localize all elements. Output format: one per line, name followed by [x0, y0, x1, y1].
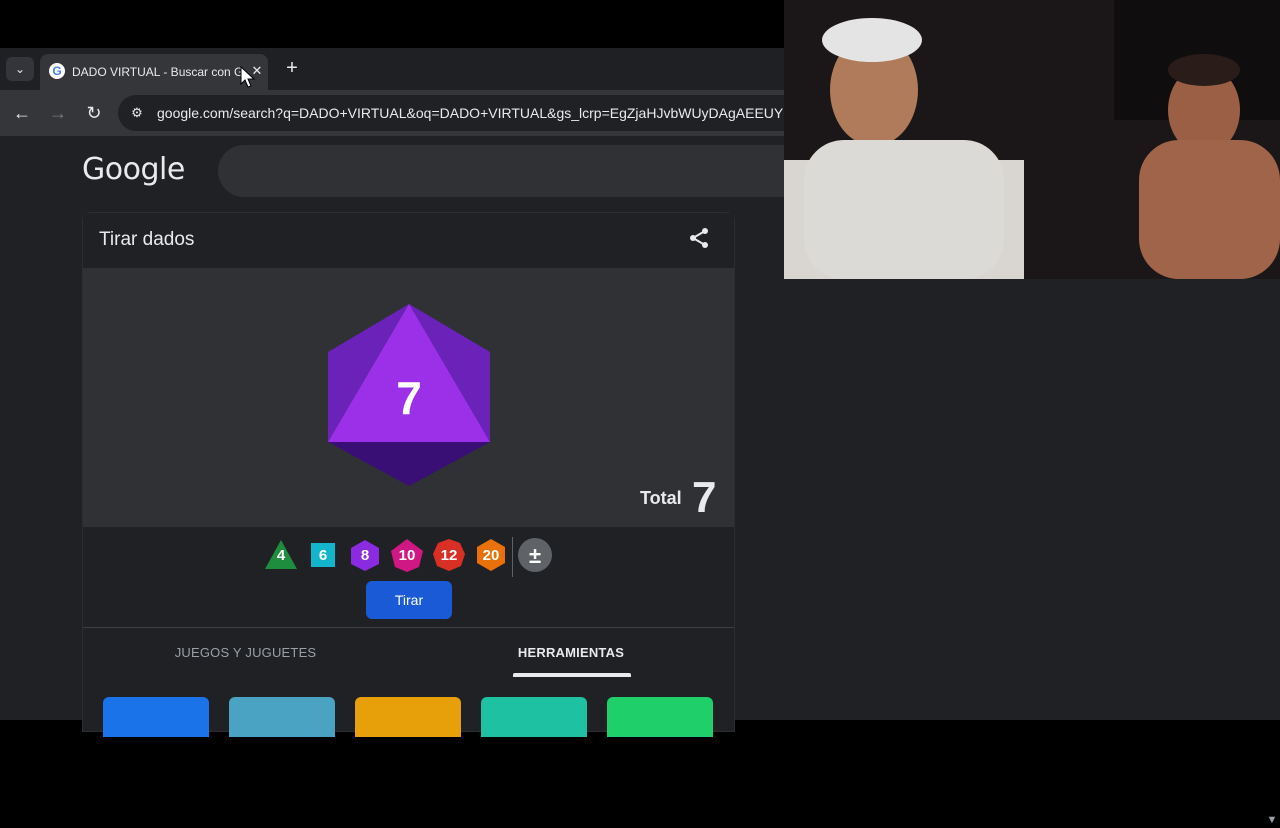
active-tab-indicator — [513, 673, 631, 677]
url-text[interactable]: google.com/search?q=DADO+VIRTUAL&oq=DADO… — [157, 104, 797, 122]
related-tabs: JUEGOS Y JUGUETES HERRAMIENTAS — [83, 627, 734, 677]
google-logo[interactable]: Google — [82, 152, 185, 187]
tool-thumbnail[interactable] — [481, 697, 587, 737]
address-bar[interactable]: ⚙ google.com/search?q=DADO+VIRTUAL&oq=DA… — [118, 95, 798, 131]
roll-button[interactable]: Tirar — [366, 581, 452, 619]
tool-thumbnails — [103, 697, 723, 737]
tool-thumbnail[interactable] — [355, 697, 461, 737]
tab-strip: ⌄ G DADO VIRTUAL - Buscar con Google ✕ + — [0, 48, 784, 90]
webcam-people-image — [784, 0, 1280, 279]
tab-title: DADO VIRTUAL - Buscar con Google — [72, 65, 242, 79]
mouse-cursor-icon — [240, 66, 256, 88]
d12-button[interactable]: 12 — [431, 537, 467, 573]
die-type-selector: 4 6 8 10 12 20 ± — [263, 537, 563, 577]
d20-button[interactable]: 20 — [473, 537, 509, 573]
chevron-down-icon: ⌄ — [14, 62, 26, 76]
browser-toolbar: ← → ↻ ⚙ google.com/search?q=DADO+VIRTUAL… — [0, 90, 798, 136]
search-input[interactable] — [218, 145, 788, 197]
share-icon[interactable] — [687, 226, 711, 250]
d4-button[interactable]: 4 — [263, 537, 299, 573]
back-arrow-icon[interactable]: ← — [10, 102, 34, 124]
browser-tab[interactable]: G DADO VIRTUAL - Buscar con Google ✕ — [40, 54, 268, 90]
total-label: Total — [640, 488, 682, 508]
scroll-down-arrow-icon[interactable]: ▼ — [1265, 814, 1279, 828]
browser-chrome: ⌄ G DADO VIRTUAL - Buscar con Google ✕ +… — [0, 48, 798, 136]
tool-thumbnail[interactable] — [229, 697, 335, 737]
tool-thumbnail[interactable] — [607, 697, 713, 737]
modifier-button[interactable]: ± — [517, 537, 553, 573]
d10-button[interactable]: 10 — [389, 537, 425, 573]
webcam-overlay — [784, 0, 1280, 279]
forward-arrow-icon[interactable]: → — [46, 102, 70, 124]
reload-icon[interactable]: ↻ — [82, 102, 106, 124]
tab-games-toys[interactable]: JUEGOS Y JUGUETES — [83, 628, 408, 678]
d6-button[interactable]: 6 — [305, 537, 341, 573]
tab-search-button[interactable]: ⌄ — [6, 57, 34, 81]
tool-thumbnail[interactable] — [103, 697, 209, 737]
dice-roller-card: Tirar dados 7 Total 7 4 6 8 10 12 20 ± T… — [82, 212, 735, 737]
die-result-value: 7 — [396, 372, 422, 424]
d8-button[interactable]: 8 — [347, 537, 383, 573]
card-title: Tirar dados — [99, 229, 195, 250]
card-header: Tirar dados — [83, 213, 734, 267]
dice-stage[interactable]: 7 Total 7 — [83, 268, 734, 527]
tab-tools[interactable]: HERRAMIENTAS — [408, 628, 734, 678]
total-value: 7 — [692, 473, 717, 522]
new-tab-button[interactable]: + — [282, 56, 302, 80]
google-favicon-icon: G — [49, 63, 65, 79]
site-settings-icon[interactable]: ⚙ — [128, 104, 146, 122]
divider — [512, 537, 513, 577]
